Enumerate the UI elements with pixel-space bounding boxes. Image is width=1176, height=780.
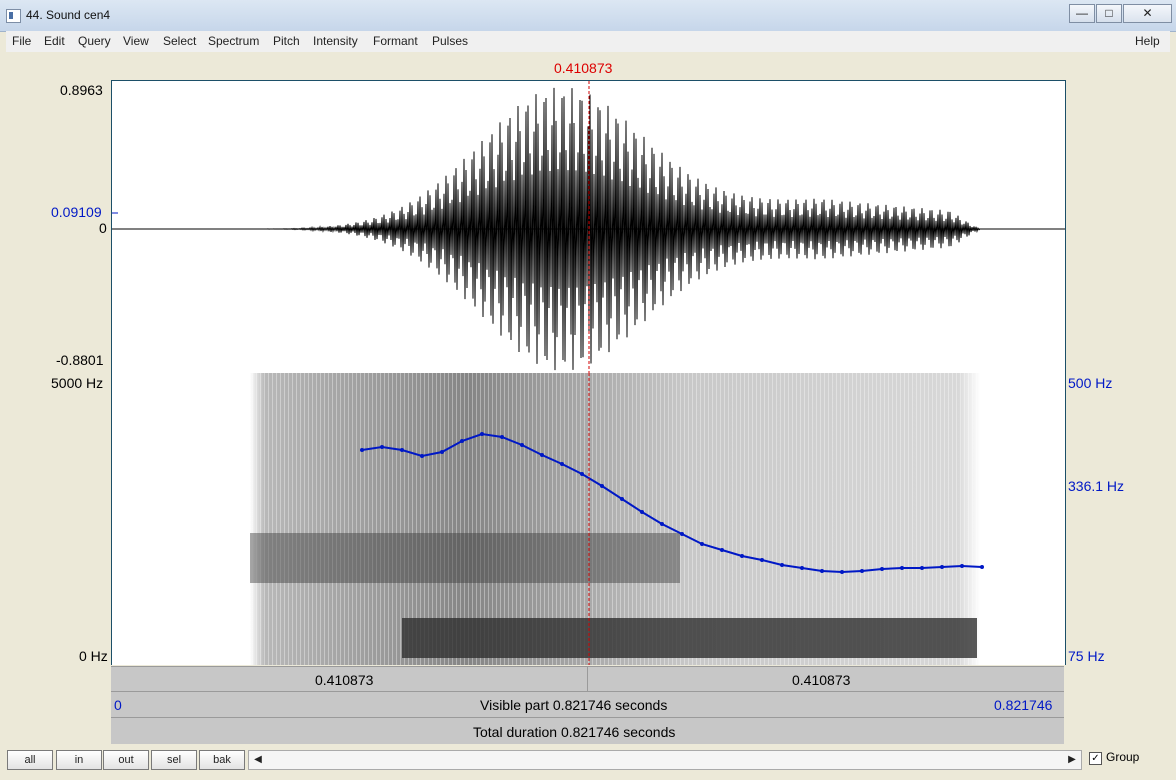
zoom-all-button[interactable]: all	[7, 750, 53, 770]
group-checkbox[interactable]: ✓	[1089, 752, 1102, 765]
pitch-point	[820, 569, 824, 573]
menu-query[interactable]: Query	[78, 34, 111, 48]
zoom-out-button[interactable]: out	[103, 750, 149, 770]
pitch-cursor-label: 336.1 Hz	[1068, 478, 1125, 494]
visible-part-label: Visible part 0.821746 seconds	[480, 697, 668, 713]
total-duration-bar[interactable]: Total duration 0.821746 seconds	[111, 717, 1064, 744]
menu-spectrum[interactable]: Spectrum	[208, 34, 259, 48]
menu-help[interactable]: Help	[1135, 34, 1160, 48]
menu-bar: File Edit Query View Select Spectrum Pit…	[6, 31, 1170, 53]
pitch-bottom-label: 75 Hz	[1068, 648, 1105, 664]
pitch-point	[380, 445, 384, 449]
pitch-point	[680, 532, 684, 536]
pitch-point	[860, 569, 864, 573]
spectrogram-top-frequency-label: 5000 Hz	[51, 375, 104, 391]
close-button[interactable]: ✕	[1123, 4, 1172, 23]
pitch-point	[640, 510, 644, 514]
pitch-point	[440, 450, 444, 454]
left-time-segment[interactable]: 0.410873	[111, 667, 588, 691]
pitch-point	[540, 453, 544, 457]
zoom-in-button[interactable]: in	[56, 750, 102, 770]
waveform-cursor-value-label: 0.09109	[51, 204, 102, 220]
waveform-view[interactable]	[111, 80, 1066, 375]
cursor-time-label: 0.410873	[554, 60, 613, 76]
maximize-button[interactable]: □	[1096, 4, 1122, 23]
group-label: Group	[1106, 750, 1140, 764]
pitch-top-label: 500 Hz	[1068, 375, 1113, 391]
selection-time-bar[interactable]: 0.410873 0.410873	[111, 666, 1064, 691]
waveform-plot	[112, 81, 1065, 374]
window-title: 44. Sound cen4	[26, 8, 111, 22]
visible-end-label: 0.821746	[994, 697, 1053, 713]
menu-select[interactable]: Select	[163, 34, 196, 48]
pitch-point	[360, 448, 364, 452]
right-segment-duration: 0.410873	[792, 672, 851, 688]
pitch-point	[520, 443, 524, 447]
pitch-point	[940, 565, 944, 569]
title-bar: 44. Sound cen4 — □ ✕	[0, 0, 1176, 32]
total-duration-label: Total duration 0.821746 seconds	[473, 724, 676, 740]
spectrogram-formant-band	[250, 533, 680, 583]
pitch-point	[720, 548, 724, 552]
menu-view[interactable]: View	[123, 34, 149, 48]
pitch-point	[880, 567, 884, 571]
menu-pulses[interactable]: Pulses	[432, 34, 468, 48]
menu-formant[interactable]: Formant	[373, 34, 418, 48]
pitch-point	[900, 566, 904, 570]
visible-part-bar[interactable]: 0 Visible part 0.821746 seconds 0.821746	[111, 691, 1064, 717]
pitch-point	[700, 542, 704, 546]
pitch-point	[620, 497, 624, 501]
left-segment-duration: 0.410873	[315, 672, 374, 688]
pitch-point	[760, 558, 764, 562]
menu-intensity[interactable]: Intensity	[313, 34, 358, 48]
menu-edit[interactable]: Edit	[44, 34, 65, 48]
bottom-toolbar: all in out sel bak ◀ ▶ ✓ Group	[0, 744, 1176, 780]
pitch-point	[480, 432, 484, 436]
zoom-back-button[interactable]: bak	[199, 750, 245, 770]
scroll-right-icon[interactable]: ▶	[1065, 753, 1079, 767]
menu-file[interactable]: File	[12, 34, 31, 48]
waveform-ymax-label: 0.8963	[60, 82, 103, 98]
pitch-point	[600, 484, 604, 488]
menu-pitch[interactable]: Pitch	[273, 34, 300, 48]
pitch-point	[560, 462, 564, 466]
pitch-point	[420, 454, 424, 458]
pitch-point	[780, 563, 784, 567]
pitch-point	[580, 472, 584, 476]
pitch-point	[800, 566, 804, 570]
pitch-point	[980, 565, 984, 569]
praat-window-icon	[6, 9, 21, 23]
spectrogram-view[interactable]	[111, 373, 1066, 665]
spectrogram-low-band	[402, 618, 977, 658]
pitch-point	[920, 566, 924, 570]
pitch-point	[400, 448, 404, 452]
horizontal-scrollbar[interactable]: ◀ ▶	[248, 750, 1082, 770]
waveform-zero-label: 0	[99, 220, 107, 236]
spectrogram-plot	[250, 373, 984, 665]
pitch-point	[960, 564, 964, 568]
pitch-point	[740, 554, 744, 558]
pitch-point	[840, 570, 844, 574]
waveform-ymin-label: -0.8801	[56, 352, 104, 368]
minimize-button[interactable]: —	[1069, 4, 1095, 23]
pitch-point	[660, 522, 664, 526]
spectrogram-bottom-frequency-label: 0 Hz	[79, 648, 108, 664]
zoom-selection-button[interactable]: sel	[151, 750, 197, 770]
scroll-left-icon[interactable]: ◀	[251, 753, 265, 767]
visible-start-label: 0	[114, 697, 122, 713]
pitch-point	[500, 435, 504, 439]
pitch-point	[460, 439, 464, 443]
